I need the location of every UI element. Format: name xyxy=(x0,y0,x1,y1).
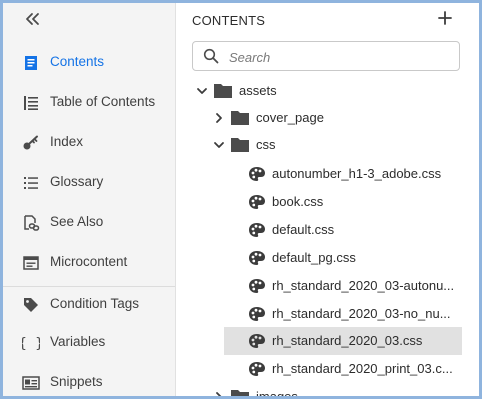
tree-item-label: autonumber_h1-3_adobe.css xyxy=(272,166,442,181)
tree-item-label: assets xyxy=(239,83,277,98)
rail-item-microcontent[interactable]: Microcontent xyxy=(3,243,175,283)
document-lines-icon xyxy=(21,53,41,73)
link-document-icon xyxy=(21,213,41,233)
palette-icon xyxy=(248,166,266,182)
tree-file-default-css[interactable]: default.css xyxy=(176,216,479,244)
rail-item-label: Table of Contents xyxy=(50,94,156,109)
rail-item-label: Snippets xyxy=(50,374,103,389)
search-input[interactable] xyxy=(227,46,451,68)
rail-item-label: See Also xyxy=(50,214,104,229)
rail-item-contents[interactable]: Contents xyxy=(3,43,175,83)
tree-item-label: rh_standard_2020_print_03.c... xyxy=(272,361,453,376)
contents-panel: CONTENTS ass xyxy=(176,3,479,396)
palette-icon xyxy=(248,250,266,266)
chevron-down-icon[interactable] xyxy=(213,139,225,151)
rail-item-glossary[interactable]: Glossary xyxy=(3,163,175,203)
rail-item-variables[interactable]: { } Variables xyxy=(3,323,175,363)
palette-icon xyxy=(248,306,266,322)
tree-file-rh-standard-css[interactable]: rh_standard_2020_03.css xyxy=(176,327,479,355)
app-window: Contents Table of Contents Index Glossar… xyxy=(0,0,482,399)
plus-icon xyxy=(438,10,452,30)
rail-item-label: Contents xyxy=(50,54,105,69)
rail-item-see-also[interactable]: See Also xyxy=(3,203,175,243)
palette-icon xyxy=(248,194,266,210)
panel-title: CONTENTS xyxy=(192,13,266,28)
search-icon xyxy=(203,48,219,64)
rail-item-label: Condition Tags xyxy=(50,296,140,311)
chevron-right-icon[interactable] xyxy=(213,112,225,124)
chevron-right-icon[interactable] xyxy=(213,391,225,396)
tree-file-rh-standard-print[interactable]: rh_standard_2020_print_03.c... xyxy=(176,355,479,383)
left-rail: Contents Table of Contents Index Glossar… xyxy=(3,3,176,396)
key-icon xyxy=(21,133,41,153)
chevron-down-icon[interactable] xyxy=(196,85,208,97)
tree-file-default-pg-css[interactable]: default_pg.css xyxy=(176,244,479,272)
tree-folder-assets[interactable]: assets xyxy=(176,77,479,105)
tree-file-rh-standard-autonu[interactable]: rh_standard_2020_03-autonu... xyxy=(176,272,479,300)
tree-item-label: rh_standard_2020_03-autonu... xyxy=(272,278,455,293)
toc-icon xyxy=(21,93,41,113)
rail-item-condition-tags[interactable]: Condition Tags xyxy=(3,285,175,325)
rail-item-table-of-contents[interactable]: Table of Contents xyxy=(3,83,175,123)
rail-item-label: Index xyxy=(50,134,84,149)
tree-file-autonumber-css[interactable]: autonumber_h1-3_adobe.css xyxy=(176,160,479,188)
tree-item-label: cover_page xyxy=(256,110,324,125)
folder-icon xyxy=(231,389,249,396)
double-chevron-left-icon xyxy=(25,12,41,31)
search-field[interactable] xyxy=(192,41,460,71)
tree-item-label: book.css xyxy=(272,194,324,209)
rail-item-index[interactable]: Index xyxy=(3,123,175,163)
tree-item-label: default.css xyxy=(272,222,335,237)
palette-icon xyxy=(248,278,266,294)
snippet-icon xyxy=(21,373,41,393)
rail-item-snippets[interactable]: Snippets xyxy=(3,363,175,396)
palette-icon xyxy=(248,222,266,238)
braces-icon: { } xyxy=(21,333,41,353)
rail-item-label: Glossary xyxy=(50,174,104,189)
tree-file-rh-standard-no-nu[interactable]: rh_standard_2020_03-no_nu... xyxy=(176,300,479,328)
tree-folder-cover-page[interactable]: cover_page xyxy=(176,104,479,132)
tree-item-label: rh_standard_2020_03-no_nu... xyxy=(272,306,451,321)
palette-icon xyxy=(248,333,266,349)
palette-icon xyxy=(248,361,266,377)
tree-file-book-css[interactable]: book.css xyxy=(176,188,479,216)
folder-icon xyxy=(214,83,232,98)
svg-text:{ }: { } xyxy=(22,336,40,352)
folder-icon xyxy=(231,110,249,125)
collapse-rail-button[interactable] xyxy=(21,9,45,33)
tree-item-label: images xyxy=(256,389,298,399)
microcontent-icon xyxy=(21,253,41,273)
rail-item-label: Microcontent xyxy=(50,254,128,269)
tag-icon xyxy=(21,295,41,315)
tree-folder-css[interactable]: css xyxy=(176,131,479,159)
folder-icon xyxy=(231,137,249,152)
tree-item-label: default_pg.css xyxy=(272,250,356,265)
tree-item-label: css xyxy=(256,137,276,152)
bullet-list-icon xyxy=(21,173,41,193)
tree-item-label: rh_standard_2020_03.css xyxy=(272,333,423,348)
rail-item-label: Variables xyxy=(50,334,106,349)
tree-folder-images[interactable]: images xyxy=(176,383,479,399)
add-button[interactable] xyxy=(434,9,456,31)
